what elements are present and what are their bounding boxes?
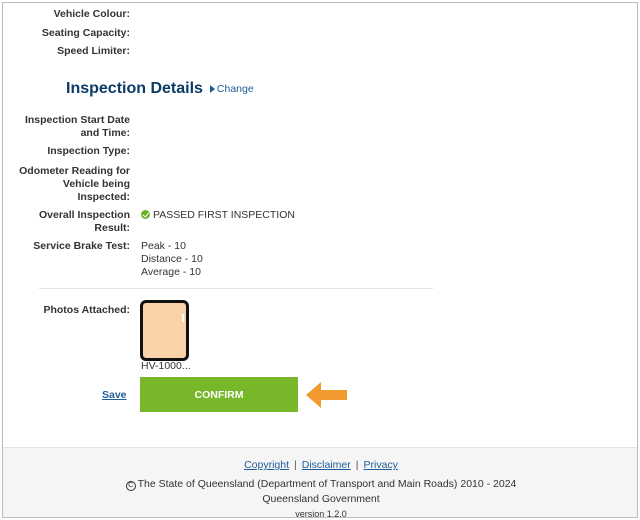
government-name: Queensland Government bbox=[262, 493, 380, 505]
overall-result-value: PASSED FIRST INSPECTION bbox=[141, 209, 295, 235]
photo-thumbnail[interactable] bbox=[140, 300, 189, 361]
section-divider bbox=[39, 288, 433, 289]
change-link-label: Change bbox=[216, 83, 254, 95]
footer-privacy-link[interactable]: Privacy bbox=[364, 459, 398, 471]
photo-glint bbox=[182, 314, 184, 322]
odometer-label-line2: Vehicle being bbox=[62, 178, 130, 190]
brake-average: Average - 10 bbox=[141, 266, 201, 278]
inspection-type-label: Inspection Type: bbox=[47, 145, 130, 157]
seating-capacity-label: Seating Capacity: bbox=[41, 27, 130, 39]
brake-peak: Peak - 10 bbox=[141, 240, 186, 252]
odometer-label: Odometer Reading for Vehicle being Inspe… bbox=[3, 165, 130, 204]
version-label: version 1.2.0 bbox=[295, 509, 347, 518]
photo-filename: HV-1000... bbox=[141, 360, 191, 372]
inspection-start-label: Inspection Start Date and Time: bbox=[3, 114, 130, 140]
caret-right-icon bbox=[209, 85, 215, 93]
odometer-row: Odometer Reading for Vehicle being Inspe… bbox=[3, 165, 141, 204]
change-link[interactable]: Change bbox=[209, 83, 254, 95]
brake-distance: Distance - 10 bbox=[141, 253, 203, 265]
save-link[interactable]: Save bbox=[102, 389, 127, 401]
speed-limiter-row: Speed Limiter: bbox=[3, 45, 141, 58]
inspection-start-label-line1: Inspection Start Date bbox=[24, 114, 130, 126]
copyright-text: The State of Queensland (Department of T… bbox=[137, 478, 517, 490]
inspection-summary-page: Vehicle Colour: Seating Capacity: Speed … bbox=[2, 2, 638, 518]
inspection-type-row: Inspection Type: bbox=[3, 145, 141, 158]
vehicle-colour-row: Vehicle Colour: bbox=[3, 8, 141, 21]
overall-result-text: PASSED FIRST INSPECTION bbox=[153, 209, 295, 221]
seating-capacity-row: Seating Capacity: bbox=[3, 27, 141, 40]
overall-result-label-line1: Overall Inspection bbox=[38, 209, 130, 221]
speed-limiter-label: Speed Limiter: bbox=[57, 45, 130, 57]
overall-result-label-line2: Result: bbox=[94, 222, 130, 234]
check-circle-icon bbox=[141, 210, 150, 219]
arrow-left-icon bbox=[306, 382, 347, 408]
service-brake-values: Peak - 10 Distance - 10 Average - 10 bbox=[141, 240, 203, 279]
section-title: Inspection Details bbox=[66, 80, 203, 97]
footer-copyright-link[interactable]: Copyright bbox=[244, 459, 289, 471]
overall-result-label: Overall Inspection Result: bbox=[3, 209, 130, 235]
copyright-icon: C bbox=[125, 481, 136, 491]
footer-separator: | bbox=[355, 459, 359, 471]
inspection-start-label-line2: and Time: bbox=[80, 127, 130, 139]
confirm-button[interactable]: CONFIRM bbox=[140, 377, 298, 412]
odometer-label-line3: Inspected: bbox=[77, 191, 130, 203]
overall-result-row: Overall Inspection Result: PASSED FIRST … bbox=[3, 209, 295, 235]
page-footer: Copyright | Disclaimer | Privacy C The State … bbox=[3, 447, 637, 518]
odometer-label-line1: Odometer Reading for bbox=[19, 165, 130, 177]
service-brake-row: Service Brake Test: Peak - 10 Distance -… bbox=[3, 240, 203, 279]
service-brake-label: Service Brake Test: bbox=[33, 240, 130, 252]
photos-row: Photos Attached: bbox=[3, 304, 130, 317]
photos-label: Photos Attached: bbox=[43, 304, 130, 316]
inspection-start-row: Inspection Start Date and Time: bbox=[3, 114, 141, 140]
footer-disclaimer-link[interactable]: Disclaimer bbox=[302, 459, 351, 471]
copyright-notice: C The State of Queensland (Department of … bbox=[3, 478, 637, 491]
inspection-details-header: Inspection Details Change bbox=[66, 79, 254, 99]
footer-separator: | bbox=[294, 459, 297, 471]
footer-links: Copyright | Disclaimer | Privacy bbox=[3, 459, 637, 471]
vehicle-colour-label: Vehicle Colour: bbox=[53, 8, 130, 20]
